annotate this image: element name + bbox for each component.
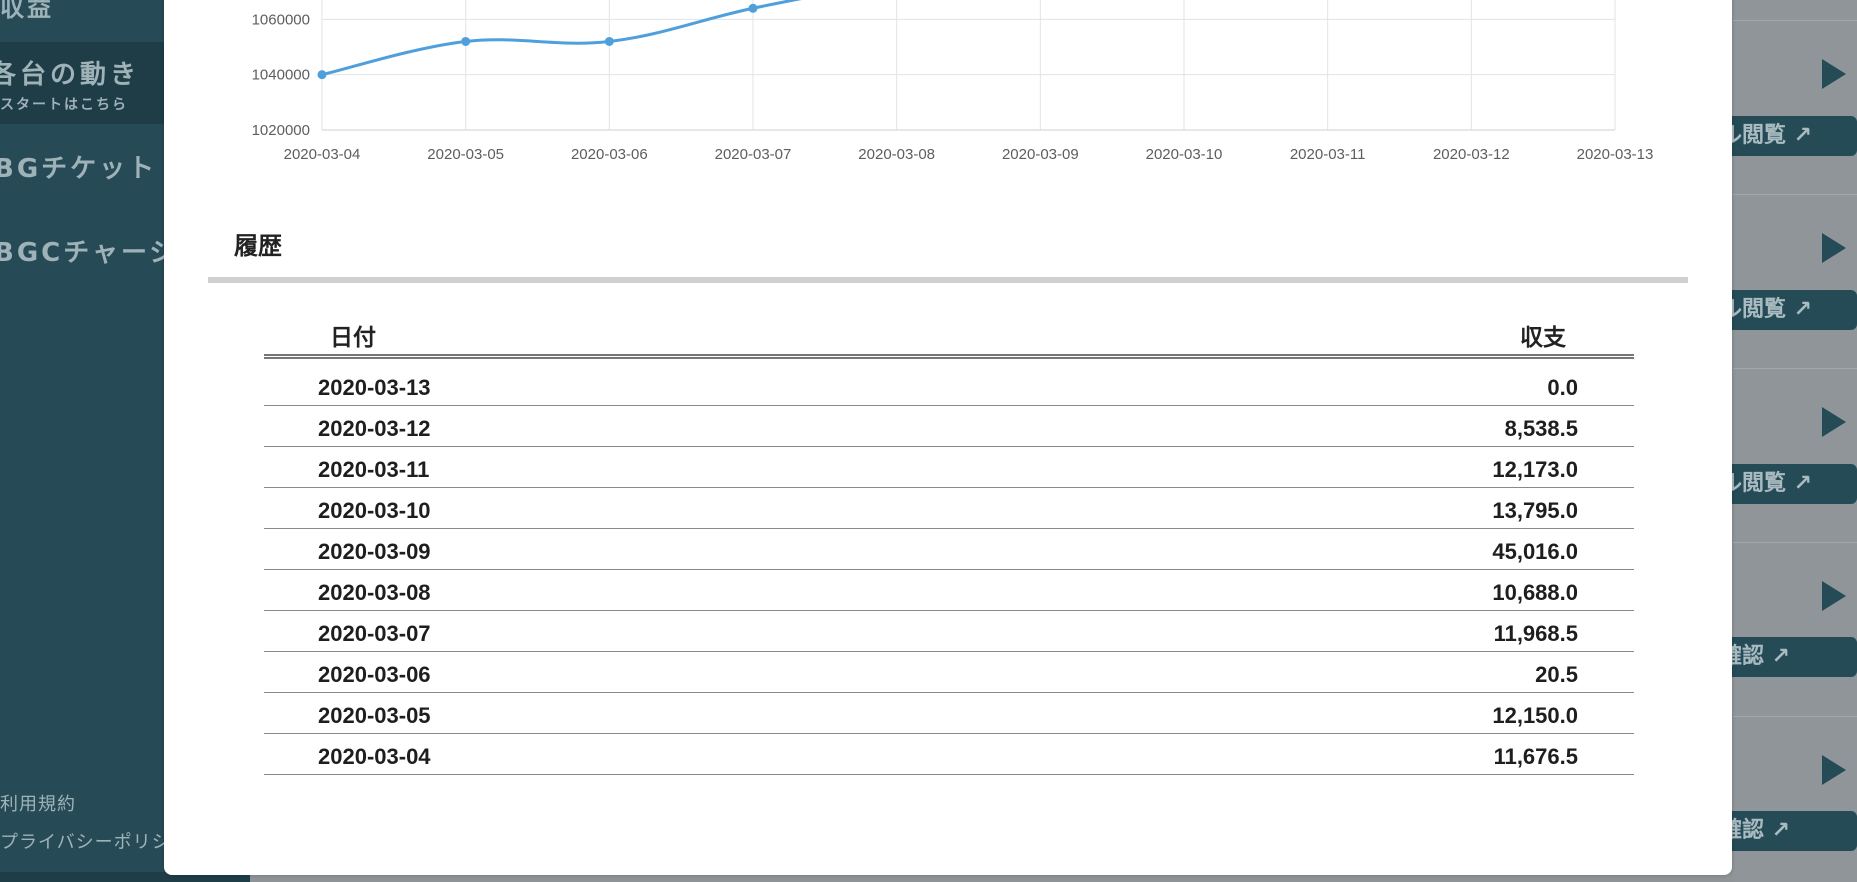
table-row: 2020-03-04 11,676.5 — [264, 734, 1634, 775]
row-amount: 11,676.5 — [1493, 744, 1578, 769]
row-date: 2020-03-06 — [318, 662, 431, 687]
table-row: 2020-03-09 45,016.0 — [264, 529, 1634, 570]
list-divider — [1733, 368, 1857, 369]
table-row: 2020-03-11 12,173.0 — [264, 447, 1634, 488]
x-tick-label: 2020-03-05 — [427, 146, 504, 163]
table-row: 2020-03-10 13,795.0 — [264, 488, 1634, 529]
row-date: 2020-03-09 — [318, 539, 431, 564]
y-tick-label: 1020000 — [252, 122, 310, 139]
row-amount: 45,016.0 — [1492, 539, 1578, 564]
list-divider — [1733, 194, 1857, 195]
table-row: 2020-03-12 8,538.5 — [264, 406, 1634, 447]
data-point[interactable] — [604, 36, 614, 46]
table-body: 2020-03-13 0.0 2020-03-12 8,538.5 2020-03-11… — [264, 359, 1634, 775]
balance-line-chart: 1020000 1040000 1060000 2020-03-04 2020-03-0… — [252, 0, 1654, 163]
sidebar-item-label: 各台の動き — [0, 60, 141, 90]
row-amount: 10,688.0 — [1492, 580, 1578, 605]
sidebar-item-sublabel: スタートはこちら — [0, 97, 128, 113]
row-date: 2020-03-08 — [318, 580, 431, 605]
table-row: 2020-03-06 20.5 — [264, 652, 1634, 693]
section-divider — [208, 277, 1688, 283]
sidebar-item-bg-ticket[interactable]: BGチケット — [0, 148, 157, 185]
privacy-policy-link[interactable]: プライバシーポリシー — [0, 828, 190, 854]
row-date: 2020-03-11 — [318, 457, 430, 482]
table-header: 日付 収支 — [264, 310, 1634, 359]
row-date: 2020-03-07 — [318, 621, 431, 646]
play-arrow-icon[interactable] — [1822, 581, 1846, 611]
x-tick-label: 2020-03-13 — [1577, 146, 1654, 163]
sidebar-item-revenue[interactable]: 収益 — [0, 0, 54, 23]
terms-link[interactable]: 利用規約 — [0, 790, 76, 816]
row-date: 2020-03-10 — [318, 498, 431, 523]
x-tick-label: 2020-03-09 — [1002, 146, 1079, 163]
x-tick-label: 2020-03-04 — [284, 146, 361, 163]
list-divider — [1733, 20, 1857, 21]
y-tick-label: 1040000 — [252, 67, 310, 84]
row-date: 2020-03-05 — [318, 703, 431, 728]
row-amount: 13,795.0 — [1492, 498, 1578, 523]
table-row: 2020-03-13 0.0 — [264, 365, 1634, 406]
y-tick-label: 1060000 — [252, 11, 310, 28]
play-arrow-icon[interactable] — [1822, 233, 1846, 263]
column-header-date: 日付 — [330, 325, 376, 351]
list-divider — [1733, 716, 1857, 717]
play-arrow-icon[interactable] — [1822, 59, 1846, 89]
data-point[interactable] — [317, 70, 327, 80]
x-tick-label: 2020-03-10 — [1146, 146, 1223, 163]
x-tick-label: 2020-03-11 — [1290, 146, 1366, 163]
row-date: 2020-03-12 — [318, 416, 431, 441]
play-arrow-icon[interactable] — [1822, 755, 1846, 785]
x-tick-label: 2020-03-07 — [715, 146, 792, 163]
sidebar-item-bgc-charge[interactable]: BGCチャージ — [0, 232, 178, 269]
list-divider — [1733, 542, 1857, 543]
row-amount: 11,968.5 — [1493, 621, 1578, 646]
row-date: 2020-03-04 — [318, 744, 431, 769]
history-table: 日付 収支 2020-03-13 0.0 2020-03-12 8,538.5 2020… — [264, 310, 1634, 775]
row-amount: 20.5 — [1535, 662, 1578, 687]
row-amount: 12,173.0 — [1492, 457, 1578, 482]
play-arrow-icon[interactable] — [1822, 407, 1846, 437]
table-row: 2020-03-07 11,968.5 — [264, 611, 1634, 652]
x-tick-label: 2020-03-06 — [571, 146, 648, 163]
history-title: 履歴 — [234, 232, 282, 260]
data-point[interactable] — [461, 36, 471, 46]
row-amount: 0.0 — [1547, 375, 1578, 400]
table-row: 2020-03-08 10,688.0 — [264, 570, 1634, 611]
row-amount: 12,150.0 — [1492, 703, 1578, 728]
row-amount: 8,538.5 — [1504, 416, 1578, 441]
column-header-amount: 収支 — [1520, 325, 1566, 351]
table-row: 2020-03-05 12,150.0 — [264, 693, 1634, 734]
x-tick-label: 2020-03-12 — [1433, 146, 1510, 163]
x-tick-label: 2020-03-08 — [858, 146, 935, 163]
row-date: 2020-03-13 — [318, 375, 431, 400]
data-point[interactable] — [748, 3, 758, 13]
history-modal: 1020000 1040000 1060000 2020-03-04 2020-03-0… — [164, 0, 1732, 875]
